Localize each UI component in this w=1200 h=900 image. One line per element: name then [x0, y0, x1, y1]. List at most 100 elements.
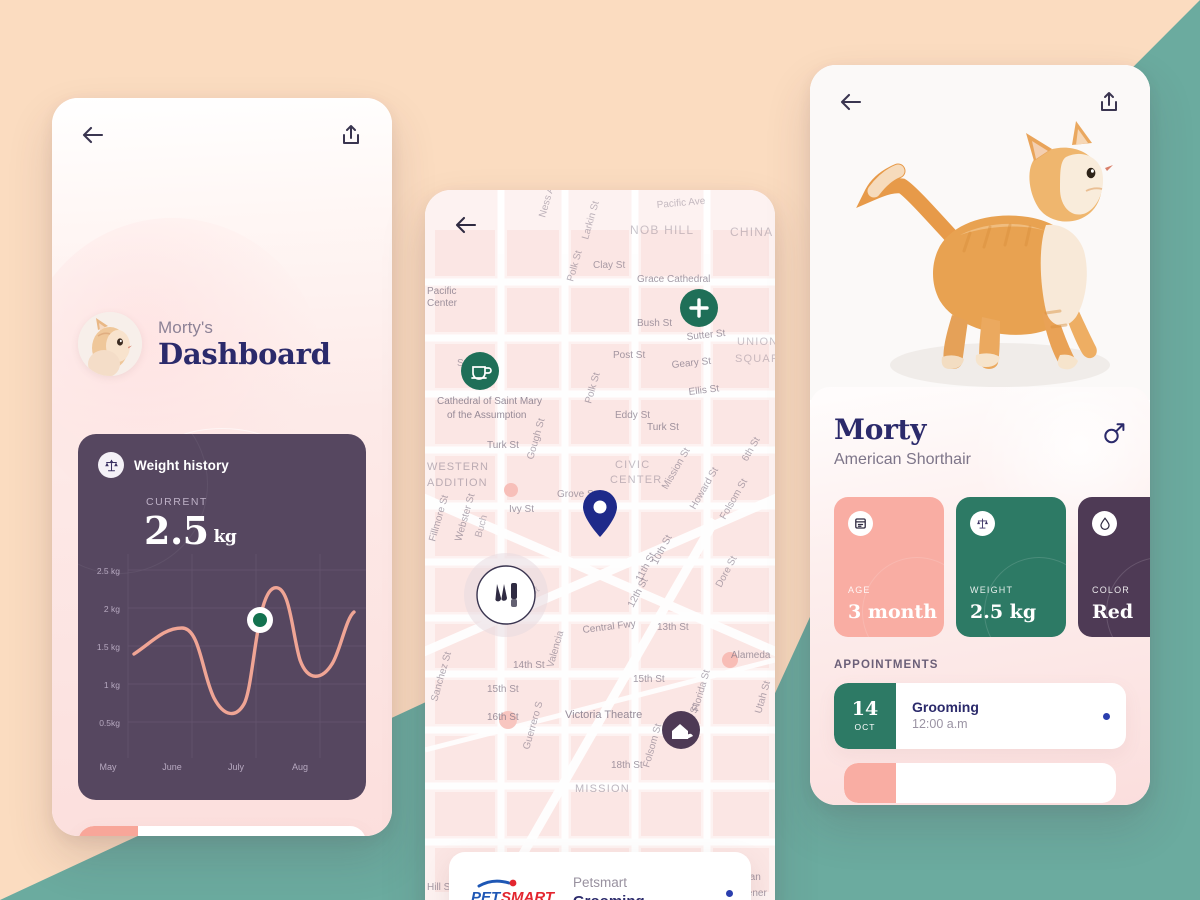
svg-text:13th St: 13th St	[657, 622, 689, 633]
svg-text:June: June	[162, 762, 182, 772]
decorative-ring	[1106, 557, 1150, 637]
appointment-date: 14 OCT	[834, 683, 896, 749]
svg-text:15th St: 15th St	[487, 684, 519, 695]
svg-text:CIVIC: CIVIC	[615, 459, 650, 471]
appointment-text: Grooming 12:00 a.m	[896, 698, 1103, 734]
stat-label-age: AGE	[848, 585, 871, 595]
pet-info-sheet: Morty American Shorthair AGE 3 month WEI…	[810, 387, 1150, 805]
pet-name-row: Morty American Shorthair	[834, 413, 1126, 471]
male-gender-icon	[1102, 415, 1126, 450]
map-canvas[interactable]: Pacific Ave NOB HILL CHINA Larkin St Nes…	[425, 190, 775, 900]
arrow-left-icon[interactable]	[78, 120, 108, 150]
svg-text:18th St: 18th St	[611, 760, 643, 771]
pet-name: Morty	[834, 413, 927, 446]
svg-text:WESTERN: WESTERN	[427, 461, 489, 473]
current-weight-number: 2.5	[144, 508, 209, 553]
stat-label-color: COLOR	[1092, 585, 1131, 595]
current-weight-value-group: 2.5 kg	[144, 508, 237, 553]
tracker-activity-card[interactable]: View tracker activity October 10th	[78, 826, 366, 836]
decorative-ring	[984, 557, 1066, 637]
pet-greeting: Morty's	[158, 317, 213, 337]
weight-chart[interactable]: 2.5 kg 2 kg 1.5 kg 1 kg 0.5kg May June J…	[78, 554, 366, 800]
pet-detail-topbar	[810, 65, 1150, 139]
appointment-month: OCT	[854, 722, 876, 732]
svg-text:Grace Cathedral: Grace Cathedral	[637, 274, 710, 285]
store-text: Petsmart Grooming	[559, 874, 726, 900]
svg-text:Alameda: Alameda	[731, 650, 771, 661]
phone-dashboard: Morty's Dashboard Weight history CURRENT…	[52, 98, 392, 836]
svg-text:Cathedral of Saint Mary: Cathedral of Saint Mary	[437, 396, 542, 407]
weight-history-card[interactable]: Weight history CURRENT 2.5 kg 2.5 kg 2 k…	[78, 434, 366, 800]
profile-text: Morty's Dashboard	[158, 317, 331, 372]
pet-collar-icon	[78, 826, 138, 836]
stat-card-age[interactable]: AGE 3 month	[834, 497, 944, 637]
store-service: Grooming	[573, 892, 726, 900]
svg-text:14th St: 14th St	[513, 660, 545, 671]
svg-text:July: July	[228, 762, 245, 772]
status-badge	[1103, 712, 1110, 720]
svg-text:Clay St: Clay St	[593, 260, 625, 271]
svg-text:May: May	[99, 762, 117, 772]
store-card[interactable]: PET SMART Petsmart Grooming	[449, 852, 751, 900]
status-badge	[726, 889, 733, 897]
petsmart-logo: PET SMART	[467, 878, 559, 900]
phone-map: Pacific Ave NOB HILL CHINA Larkin St Nes…	[425, 190, 775, 900]
stat-card-color[interactable]: COLOR Red	[1078, 497, 1150, 637]
svg-text:ADDITION: ADDITION	[427, 477, 488, 489]
appointment-row-next[interactable]	[844, 763, 1116, 803]
svg-text:UNION: UNION	[737, 336, 775, 348]
svg-text:Post St: Post St	[613, 350, 645, 361]
dashboard-topbar	[52, 98, 392, 172]
share-upload-icon[interactable]	[336, 120, 366, 150]
arrow-left-icon[interactable]	[836, 87, 866, 117]
current-weight-unit: kg	[213, 527, 237, 547]
stat-value-color: Red	[1092, 601, 1134, 623]
svg-text:Aug: Aug	[292, 762, 308, 772]
screen: Morty's Dashboard Weight history CURRENT…	[0, 0, 1200, 900]
arrow-left-icon[interactable]	[451, 210, 481, 240]
appointment-title: Grooming	[912, 699, 979, 716]
weight-card-header: Weight history	[78, 434, 366, 478]
svg-text:2.5 kg: 2.5 kg	[97, 566, 120, 576]
phone-pet-detail: Morty American Shorthair AGE 3 month WEI…	[810, 65, 1150, 805]
map-pin-medical	[680, 289, 718, 327]
svg-text:1.5 kg: 1.5 kg	[97, 642, 120, 652]
current-weight-label: CURRENT	[146, 496, 208, 508]
stat-value-weight: 2.5 kg	[970, 601, 1037, 623]
svg-text:CENTER: CENTER	[610, 474, 662, 486]
scale-balance-icon	[98, 452, 124, 478]
svg-text:Eddy St: Eddy St	[615, 410, 650, 421]
svg-text:MISSION: MISSION	[575, 783, 630, 795]
appointment-row[interactable]: 14 OCT Grooming 12:00 a.m	[834, 683, 1126, 749]
svg-text:1 kg: 1 kg	[104, 680, 120, 690]
svg-text:2 kg: 2 kg	[104, 604, 120, 614]
map-topbar	[425, 190, 775, 260]
scale-balance-icon	[970, 511, 995, 536]
svg-text:16th St: 16th St	[487, 712, 519, 723]
water-drop-icon	[1092, 511, 1117, 536]
share-upload-icon[interactable]	[1094, 87, 1124, 117]
svg-text:Turk St: Turk St	[647, 422, 679, 433]
store-name: Petsmart	[573, 875, 628, 891]
pet-identity: Morty American Shorthair	[834, 413, 971, 471]
appointment-time: 12:00 a.m	[912, 717, 968, 732]
svg-text:of the Assumption: of the Assumption	[447, 410, 527, 421]
svg-text:Ivy St: Ivy St	[509, 504, 534, 515]
svg-text:0.5kg: 0.5kg	[99, 718, 120, 728]
appointment-day: 14	[851, 698, 879, 720]
svg-text:Center: Center	[427, 298, 458, 309]
stat-value-age: 3 month	[848, 601, 938, 623]
grooming-tools-icon	[464, 553, 548, 637]
decorative-ring	[862, 557, 944, 637]
svg-text:Bush St: Bush St	[637, 318, 672, 329]
stat-label-weight: WEIGHT	[970, 585, 1014, 595]
map-pin-coffee	[461, 352, 499, 390]
pet-stats: AGE 3 month WEIGHT 2.5 kg COLOR Red	[834, 497, 1150, 637]
weight-card-title: Weight history	[134, 457, 229, 473]
svg-text:15th St: 15th St	[633, 674, 665, 685]
stat-card-weight[interactable]: WEIGHT 2.5 kg	[956, 497, 1066, 637]
pet-breed: American Shorthair	[834, 450, 971, 468]
svg-text:Pacific: Pacific	[427, 286, 456, 297]
appointments-header: APPOINTMENTS	[834, 659, 939, 671]
svg-text:SQUARE: SQUARE	[735, 353, 775, 365]
